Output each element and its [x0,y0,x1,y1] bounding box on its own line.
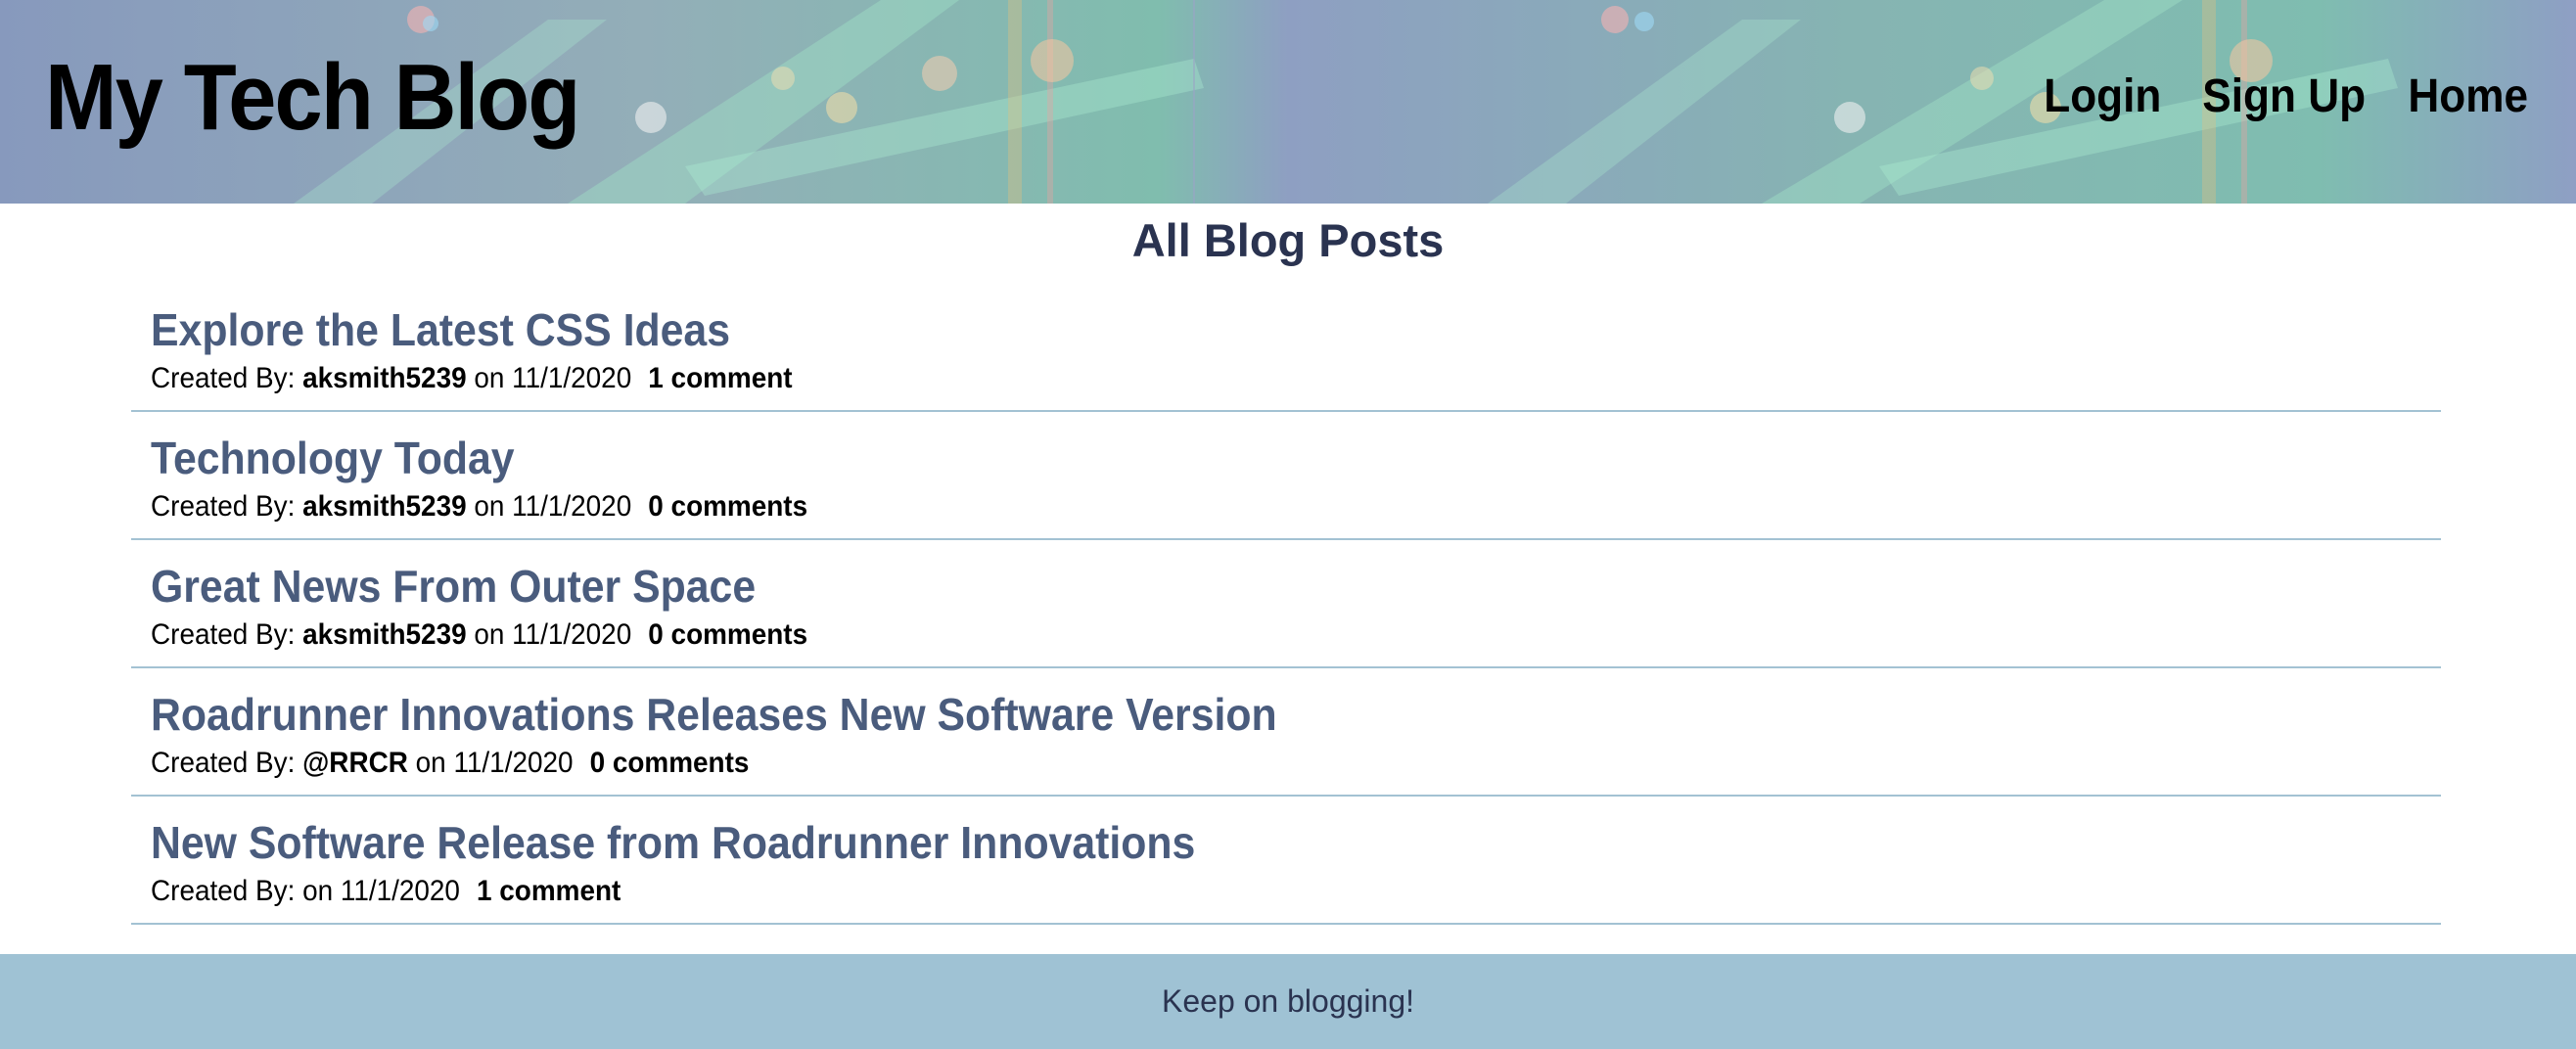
post-date: 11/1/2020 [512,618,632,651]
post-date: 11/1/2020 [512,490,632,523]
created-by-label: Created By: [151,490,296,523]
comment-count: 1 comment [477,875,621,907]
nav-signup-link[interactable]: Sign Up [2203,73,2367,120]
site-title[interactable]: My Tech Blog [45,51,580,145]
post-meta: Created By: aksmith5239 on 11/1/2020 0 c… [151,620,807,650]
post-author: @RRCR [302,747,408,779]
post-title-link[interactable]: Explore the Latest CSS Ideas [151,307,730,352]
site-header: My Tech Blog Login Sign Up Home [0,0,2576,204]
post-meta: Created By: @RRCR on 11/1/2020 0 comment… [151,749,749,778]
post-title-link[interactable]: Roadrunner Innovations Releases New Soft… [151,692,1277,737]
main-nav: Login Sign Up Home [2039,73,2533,120]
comment-count: 0 comments [589,747,750,779]
post-title-link[interactable]: New Software Release from Roadrunner Inn… [151,820,1195,865]
site-footer: Keep on blogging! [0,954,2576,1049]
comment-count: 0 comments [648,618,808,651]
created-by-label: Created By: [151,747,296,779]
page-heading: All Blog Posts [1131,214,1445,266]
post-item: New Software Release from Roadrunner Inn… [131,797,2441,925]
on-label: on [302,875,334,907]
post-title-link[interactable]: Great News From Outer Space [151,564,756,609]
post-item: Roadrunner Innovations Releases New Soft… [131,668,2441,797]
page: My Tech Blog Login Sign Up Home All Blog… [0,0,2576,1049]
on-label: on [474,618,505,651]
created-by-label: Created By: [151,362,296,394]
post-date: 11/1/2020 [512,362,632,394]
on-label: on [474,362,505,394]
created-by-label: Created By: [151,618,296,651]
comment-count: 0 comments [648,490,808,523]
post-author: aksmith5239 [302,490,467,523]
post-author: aksmith5239 [302,618,467,651]
created-by-label: Created By: [151,875,296,907]
post-meta: Created By: aksmith5239 on 11/1/2020 0 c… [151,492,807,522]
nav-home-link[interactable]: Home [2408,73,2528,120]
post-list: Explore the Latest CSS Ideas Created By:… [131,284,2441,925]
post-item: Explore the Latest CSS Ideas Created By:… [131,284,2441,412]
post-item: Great News From Outer Space Created By: … [131,540,2441,668]
post-meta: Created By: aksmith5239 on 11/1/2020 1 c… [151,364,793,393]
on-label: on [474,490,505,523]
post-item: Technology Today Created By: aksmith5239… [131,412,2441,540]
post-author: aksmith5239 [302,362,467,394]
nav-login-link[interactable]: Login [2044,73,2161,120]
post-meta: Created By: on 11/1/2020 1 comment [151,877,621,906]
post-date: 11/1/2020 [453,747,574,779]
footer-text: Keep on blogging! [1162,983,1414,1019]
post-date: 11/1/2020 [340,875,460,907]
comment-count: 1 comment [648,362,793,394]
on-label: on [415,747,446,779]
post-title-link[interactable]: Technology Today [151,435,515,480]
